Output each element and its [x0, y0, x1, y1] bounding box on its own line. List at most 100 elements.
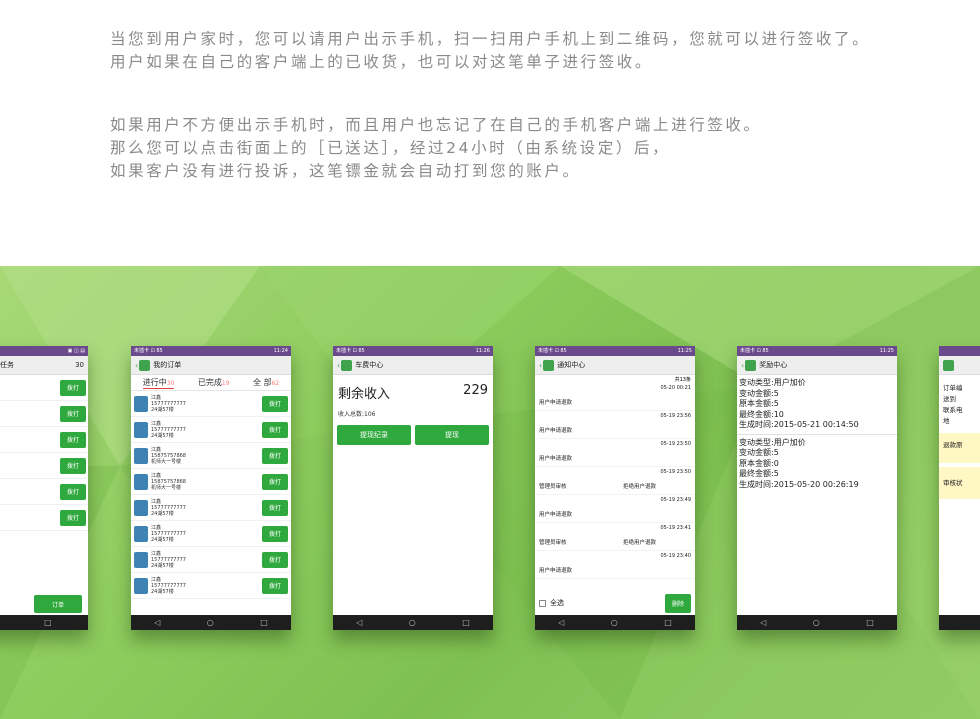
- document-icon: [134, 577, 148, 594]
- call-button[interactable]: 拨打: [262, 395, 288, 412]
- phone-notification-center: 未插卡 ⊡ 85 11:25 ‹ 通知中心 共13条 05-20 00:21 用户…: [535, 346, 695, 630]
- home-icon[interactable]: ○: [207, 618, 214, 627]
- order-row[interactable]: 江鑫 15875757868 机师大一号楼 拨打: [131, 443, 291, 469]
- status-time: 11:25: [677, 348, 692, 354]
- call-button[interactable]: 拨打: [262, 577, 288, 594]
- call-button[interactable]: 拨打: [60, 431, 86, 448]
- back-icon[interactable]: ◁: [760, 618, 766, 627]
- page-title: 通知中心: [557, 361, 586, 369]
- notice-row[interactable]: 05-19 23:41 管理员审核 拒绝用户退款: [535, 523, 695, 551]
- app-title-bar: ‹ 奖励中心: [737, 356, 897, 375]
- notice-row[interactable]: 05-19 23:49 用户申请退款: [535, 495, 695, 523]
- notice-row[interactable]: 05-19 23:56 用户申请退款: [535, 411, 695, 439]
- withdraw-record-button[interactable]: 提现纪录: [337, 425, 411, 445]
- recent-apps-icon[interactable]: □: [44, 618, 52, 627]
- review-status-label: 审核状: [939, 467, 980, 499]
- document-icon: [134, 551, 148, 568]
- document-icon: [134, 395, 148, 412]
- reward-record: 变动类型:用户加价 变动金额:5 原本金额:5 最终金额:10 生成时间:2015-…: [739, 378, 859, 429]
- document-icon: [134, 421, 148, 438]
- back-chevron-icon[interactable]: ‹: [741, 361, 744, 370]
- call-button[interactable]: 拨打: [262, 525, 288, 542]
- app-logo-icon: [745, 359, 757, 371]
- recent-apps-icon[interactable]: □: [664, 618, 672, 627]
- notice-row[interactable]: 05-20 00:21 用户申请退款: [535, 383, 695, 411]
- phone-my-orders: 未插卡 ⊡ 85 11:24 ‹ 我的订单 进行中30 已完成19 全 部62 …: [131, 346, 291, 630]
- balance-label: 剩余收入: [338, 387, 391, 402]
- call-button[interactable]: 拨打: [60, 457, 86, 474]
- tab-completed[interactable]: 已完成19: [198, 377, 230, 388]
- tab-all[interactable]: 全 部62: [253, 377, 279, 388]
- order-number-label: 订单编: [943, 384, 963, 392]
- back-icon[interactable]: ◁: [356, 618, 362, 627]
- call-button[interactable]: 拨打: [60, 483, 86, 500]
- android-nav-bar: ○□: [0, 615, 88, 630]
- app-logo-icon: [943, 359, 954, 371]
- android-nav-bar: ◁ ○ □: [333, 615, 493, 630]
- reward-record: 变动类型:用户加价 变动金额:5 原本金额:0 最终金额:5 生成时间:2015-0…: [737, 433, 897, 494]
- recent-apps-icon[interactable]: □: [866, 618, 874, 627]
- tab-task-label: 任务: [0, 361, 14, 369]
- phone-refund-detail: 订单编 送到 联系电 地 退款原 审核状: [939, 346, 980, 630]
- tab-in-progress[interactable]: 进行中30: [142, 377, 175, 389]
- document-icon: [134, 525, 148, 542]
- call-button[interactable]: 拨打: [262, 473, 288, 490]
- recent-apps-icon[interactable]: □: [260, 618, 268, 627]
- order-row[interactable]: 江鑫 15777777777 24湖57楼 拨打: [131, 417, 291, 443]
- back-chevron-icon[interactable]: ‹: [135, 361, 138, 370]
- home-icon[interactable]: ○: [409, 618, 416, 627]
- back-chevron-icon[interactable]: ‹: [337, 361, 340, 370]
- android-nav-bar: [939, 615, 980, 630]
- call-button[interactable]: 拨打: [60, 509, 86, 526]
- notice-row[interactable]: 05-19 23:40 用户申请退款: [535, 551, 695, 579]
- delete-button[interactable]: 删除: [665, 593, 691, 613]
- recent-apps-icon[interactable]: □: [462, 618, 470, 627]
- status-time: 11:26: [475, 348, 490, 354]
- order-row[interactable]: 江鑫 15777777777 24湖57楼 拨打: [131, 573, 291, 599]
- call-button[interactable]: 拨打: [262, 499, 288, 516]
- status-carrier: 未插卡 ⊡ 85: [336, 348, 365, 354]
- back-icon[interactable]: ◁: [154, 618, 160, 627]
- delivered-label: 送到: [943, 395, 956, 403]
- page-title: 我的订单: [153, 361, 182, 369]
- withdraw-button[interactable]: 提现: [415, 425, 489, 445]
- order-row[interactable]: 江鑫 15777777777 24湖57楼 拨打: [131, 495, 291, 521]
- android-nav-bar: ◁ ○ □: [131, 615, 291, 630]
- home-icon[interactable]: ○: [813, 618, 820, 627]
- call-button[interactable]: 拨打: [262, 447, 288, 464]
- intro-text: 当您到用户家时，您可以请用户出示手机，扫一扫用户手机上到二维码，您就可以进行签收…: [110, 28, 870, 183]
- order-row[interactable]: 江鑫 15777777777 24湖57楼 拨打: [131, 521, 291, 547]
- phone-fare-center: 未插卡 ⊡ 85 11:26 ‹ 车费中心 剩余收入 229 收入总数:106 …: [333, 346, 493, 630]
- intro-line: 那么您可以点击街面上的［已送达］，经过24小时（由系统设定）后，: [110, 139, 671, 157]
- address-label: 地: [943, 417, 950, 425]
- tab-task-count: 30: [75, 361, 84, 369]
- select-all-checkbox[interactable]: [539, 599, 546, 607]
- document-icon: [134, 473, 148, 490]
- call-button[interactable]: 拨打: [262, 551, 288, 568]
- android-nav-bar: ◁ ○ □: [737, 615, 897, 630]
- intro-line: 如果客户没有进行投诉，这笔镖金就会自动打到您的账户。: [110, 162, 581, 180]
- intro-line: 当您到用户家时，您可以请用户出示手机，扫一扫用户手机上到二维码，您就可以进行签收…: [110, 30, 871, 48]
- income-total: 收入总数:106: [338, 411, 376, 418]
- intro-line: 如果用户不方便出示手机时，而且用户也忘记了在自己的手机客户端上进行签收。: [110, 116, 762, 134]
- order-row[interactable]: 江鑫 15777777777 24湖57楼 拨打: [131, 547, 291, 573]
- app-title-bar: ‹ 车费中心: [333, 356, 493, 375]
- select-all-label: 全选: [550, 599, 564, 607]
- call-button[interactable]: 拨打: [60, 379, 86, 396]
- orders-button[interactable]: 订单: [34, 595, 82, 613]
- call-button[interactable]: 拨打: [60, 405, 86, 422]
- notice-row[interactable]: 05-19 23:50 用户申请退款: [535, 439, 695, 467]
- document-icon: [134, 499, 148, 516]
- back-icon[interactable]: ◁: [558, 618, 564, 627]
- order-row[interactable]: 江鑫 15777777777 24湖57楼 拨打: [131, 391, 291, 417]
- status-time: 11:25: [879, 348, 894, 354]
- order-row[interactable]: 江鑫 15875757868 机师大一号楼 拨打: [131, 469, 291, 495]
- call-button[interactable]: 拨打: [262, 421, 288, 438]
- notice-row[interactable]: 05-19 23:50 管理员审核 拒绝用户退款: [535, 467, 695, 495]
- back-chevron-icon[interactable]: ‹: [539, 361, 542, 370]
- document-icon: [134, 447, 148, 464]
- app-logo-icon: [139, 359, 151, 371]
- home-icon[interactable]: ○: [611, 618, 618, 627]
- notice-total: 共13条: [674, 377, 691, 383]
- app-logo-icon: [341, 359, 353, 371]
